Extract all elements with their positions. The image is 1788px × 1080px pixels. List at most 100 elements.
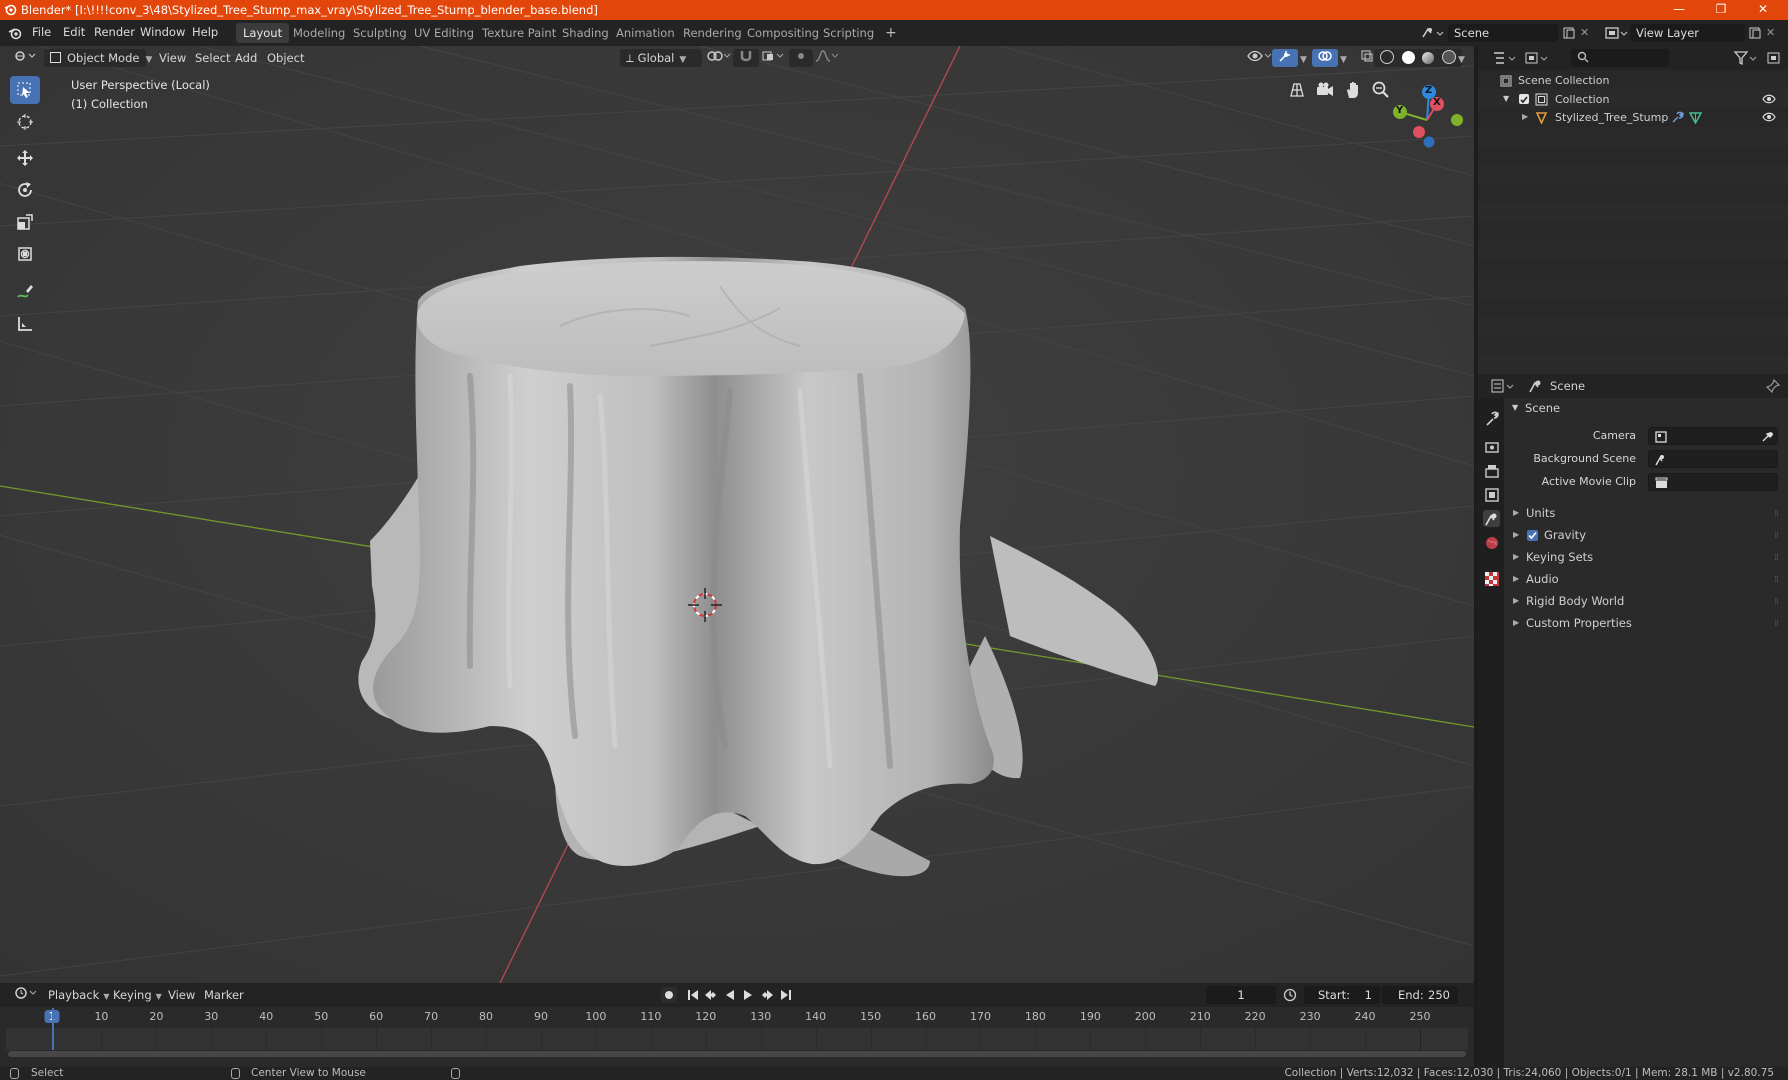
outliner-collection[interactable]: Collection <box>1555 93 1609 106</box>
subpanel-audio[interactable]: ▶ Audio ⁞⁞ <box>1506 571 1779 591</box>
modifier-wrench-icon[interactable] <box>1671 111 1684 124</box>
scene-tab-icon[interactable] <box>1483 510 1500 527</box>
mesh-data-icon[interactable] <box>1688 111 1703 125</box>
marker-menu[interactable]: Marker <box>198 986 250 1004</box>
collection-checkbox[interactable] <box>1519 94 1529 104</box>
output-tab-icon[interactable] <box>1483 462 1500 479</box>
restore-button[interactable]: ❐ <box>1700 0 1742 20</box>
view-layer-tab-icon[interactable] <box>1483 486 1500 503</box>
blender-menu-icon[interactable] <box>8 26 22 40</box>
current-frame-field[interactable]: 1 <box>1206 986 1276 1004</box>
menu-render[interactable]: Render <box>94 25 135 39</box>
filter-icon[interactable] <box>1733 50 1761 66</box>
subpanel-expand-arrow-icon[interactable]: ▶ <box>1513 552 1519 561</box>
menu-edit[interactable]: Edit <box>63 25 85 39</box>
timeline-scrollbar[interactable] <box>8 1051 1466 1057</box>
play-icon[interactable] <box>741 988 755 1002</box>
scene-browse-icon[interactable] <box>1420 25 1444 41</box>
gravity-checkbox[interactable] <box>1527 530 1538 541</box>
new-scene-icon[interactable] <box>1562 26 1576 40</box>
scene-name-field[interactable]: Scene <box>1448 24 1558 42</box>
rotate-tool-icon[interactable] <box>10 176 40 204</box>
drag-handle-icon[interactable]: ⁞⁞ <box>1774 553 1779 563</box>
outliner-editor-type-icon[interactable] <box>1492 50 1520 66</box>
cursor-tool-icon[interactable] <box>10 108 40 136</box>
remove-view-layer-icon[interactable]: ✕ <box>1766 26 1780 40</box>
world-tab-icon[interactable] <box>1483 534 1500 551</box>
playback-menu[interactable]: Playback ▼ <box>42 986 115 1004</box>
drag-handle-icon[interactable]: ⁞⁞ <box>1774 597 1779 607</box>
outliner-search-input[interactable] <box>1571 49 1669 67</box>
subpanel-expand-arrow-icon[interactable]: ▶ <box>1513 596 1519 605</box>
record-keyframe-button-icon[interactable] <box>661 987 677 1003</box>
scene-panel-title[interactable]: Scene <box>1525 401 1560 415</box>
view-layer-field[interactable]: View Layer <box>1630 24 1745 42</box>
pin-icon[interactable] <box>1765 378 1781 394</box>
start-frame-field[interactable]: Start: 1 <box>1304 986 1380 1004</box>
menu-add[interactable]: Add <box>229 49 263 67</box>
preview-range-clock-icon[interactable] <box>1283 988 1297 1002</box>
menu-help[interactable]: Help <box>192 25 218 39</box>
drag-handle-icon[interactable]: ⁞⁞ <box>1774 509 1779 519</box>
remove-scene-icon[interactable]: ✕ <box>1580 26 1594 40</box>
collection-expand-arrow-icon[interactable]: ▼ <box>1503 94 1509 103</box>
object-visibility-eye-icon[interactable] <box>1762 111 1776 123</box>
collection-visibility-eye-icon[interactable] <box>1762 93 1776 105</box>
object-expand-arrow-icon[interactable]: ▶ <box>1522 112 1528 121</box>
editor-type-button[interactable] <box>8 49 48 67</box>
outliner-scene-collection[interactable]: Scene Collection <box>1518 74 1609 87</box>
menu-view[interactable]: View <box>153 49 192 67</box>
timeline-view-menu[interactable]: View <box>162 986 201 1004</box>
tab-modeling[interactable]: Modeling <box>286 23 352 43</box>
scale-tool-icon[interactable] <box>10 208 40 236</box>
overlays-dropdown-icon[interactable]: ▼ <box>1334 49 1353 67</box>
keying-menu[interactable]: Keying ▼ <box>107 986 168 1004</box>
drag-handle-icon[interactable]: ⁞⁞ <box>1774 619 1779 629</box>
tab-uv-editing[interactable]: UV Editing <box>407 23 481 43</box>
timeline-track[interactable] <box>6 1028 1468 1050</box>
jump-to-end-icon[interactable] <box>779 988 793 1002</box>
subpanel-expand-arrow-icon[interactable]: ▶ <box>1513 574 1519 583</box>
menu-object[interactable]: Object <box>261 49 310 67</box>
texture-tab-icon[interactable] <box>1483 570 1500 587</box>
3d-viewport[interactable]: User Perspective (Local) (1) Collection … <box>0 46 1474 983</box>
subpanel-rigid-body-world[interactable]: ▶ Rigid Body World ⁞⁞ <box>1506 593 1779 613</box>
measure-tool-icon[interactable] <box>10 310 40 338</box>
tab-layout[interactable]: Layout <box>236 23 290 43</box>
camera-field[interactable] <box>1648 427 1778 445</box>
tab-scripting[interactable]: Scripting <box>816 23 881 43</box>
tool-tab-icon[interactable] <box>1483 410 1500 427</box>
close-button[interactable]: ✕ <box>1742 0 1784 20</box>
menu-window[interactable]: Window <box>140 25 185 39</box>
shading-dropdown-icon[interactable]: ▼ <box>1452 49 1471 67</box>
tab-shading[interactable]: Shading <box>555 23 616 43</box>
jump-to-keyframe-back-icon[interactable] <box>703 988 719 1002</box>
pan-view-hand-icon[interactable] <box>1343 80 1363 100</box>
drag-handle-icon[interactable]: ⁞⁞ <box>1774 531 1779 541</box>
outliner-object-stump[interactable]: Stylized_Tree_Stump <box>1555 111 1668 124</box>
minimize-button[interactable]: — <box>1658 0 1700 20</box>
playhead[interactable] <box>52 1008 54 1050</box>
menu-file[interactable]: File <box>32 25 51 39</box>
subpanel-expand-arrow-icon[interactable]: ▶ <box>1513 618 1519 627</box>
properties-editor-type-icon[interactable] <box>1490 378 1518 394</box>
background-scene-field[interactable] <box>1648 450 1778 468</box>
active-movie-clip-field[interactable] <box>1648 473 1778 491</box>
subpanel-gravity[interactable]: ▶ Gravity ⁞⁞ <box>1506 527 1779 547</box>
subpanel-keying-sets[interactable]: ▶ Keying Sets ⁞⁞ <box>1506 549 1779 569</box>
tab-sculpting[interactable]: Sculpting <box>346 23 414 43</box>
subpanel-custom-properties[interactable]: ▶ Custom Properties ⁞⁞ <box>1506 615 1779 635</box>
tab-compositing[interactable]: Compositing <box>740 23 826 43</box>
tab-rendering[interactable]: Rendering <box>676 23 749 43</box>
display-mode-icon[interactable] <box>1524 50 1552 66</box>
new-view-layer-icon[interactable] <box>1748 26 1762 40</box>
toggle-camera-grid-icon[interactable] <box>1287 80 1307 100</box>
transform-orientation-selector[interactable]: ⟂ Global ▼ <box>620 49 702 67</box>
end-frame-field[interactable]: End: 250 <box>1382 986 1458 1004</box>
new-collection-icon[interactable] <box>1766 50 1782 66</box>
camera-view-icon[interactable] <box>1315 80 1335 100</box>
mode-selector[interactable]: Object Mode ▼ <box>44 49 152 67</box>
gizmo-dropdown-icon[interactable]: ▼ <box>1294 49 1313 67</box>
timeline-ruler[interactable]: 1102030405060708090100110120130140150160… <box>6 1008 1468 1028</box>
material-shading-icon[interactable] <box>1422 52 1435 64</box>
